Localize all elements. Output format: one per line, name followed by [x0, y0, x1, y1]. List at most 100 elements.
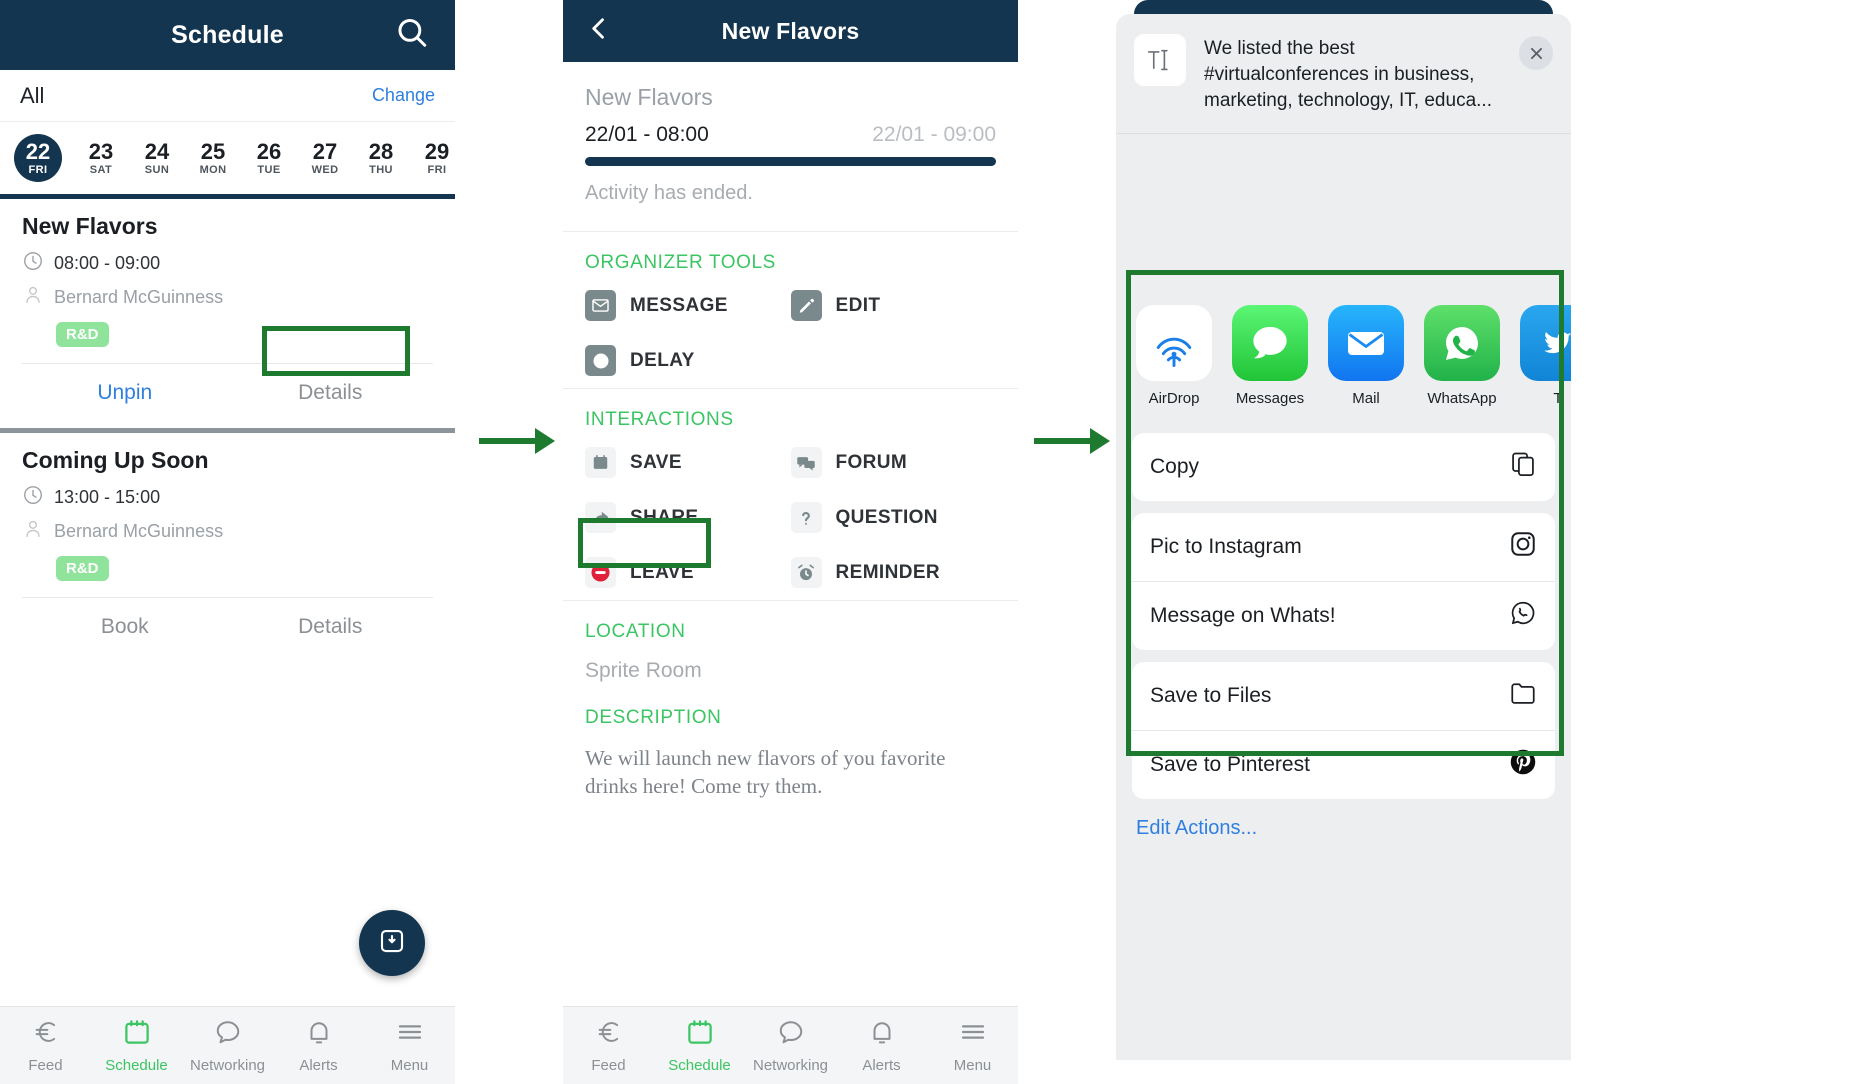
tab-alerts[interactable]: Alerts — [273, 1017, 364, 1074]
day-weekday: TUE — [257, 163, 281, 176]
share-app-mail[interactable]: Mail — [1328, 304, 1404, 407]
day-chip[interactable]: 24 SUN — [132, 136, 182, 179]
tab-label: Menu — [953, 1057, 992, 1074]
list-item[interactable]: New Flavors 08:00 - 09:00 Bernard McGuin… — [0, 199, 455, 428]
euro-icon — [31, 1017, 61, 1052]
event-title: New Flavors — [22, 213, 158, 239]
details-button[interactable]: Details — [228, 364, 434, 422]
page-title: Schedule — [171, 20, 284, 49]
event-speaker-row: Bernard McGuinness — [22, 284, 433, 311]
day-chip[interactable]: 23 SAT — [76, 136, 126, 179]
day-weekday: SUN — [144, 163, 170, 176]
bell-icon — [867, 1017, 897, 1052]
description-section: DESCRIPTION We will launch new flavors o… — [563, 701, 1018, 812]
tab-menu[interactable]: Menu — [364, 1017, 455, 1074]
action-save-to-pinterest[interactable]: Save to Pinterest — [1132, 729, 1555, 799]
action-label: Pic to Instagram — [1150, 534, 1302, 558]
tab-feed[interactable]: Feed — [0, 1017, 91, 1074]
ios-share-sheet-screen: We listed the best #virtualconferences i… — [1116, 0, 1571, 1084]
interaction-share[interactable]: SHARE — [585, 502, 791, 533]
list-item[interactable]: Coming Up Soon 13:00 - 15:00 Bernard McG… — [0, 433, 455, 662]
interaction-question[interactable]: QUESTION — [790, 502, 997, 533]
action-pic-to-instagram[interactable]: Pic to Instagram — [1132, 513, 1555, 581]
tool-edit[interactable]: EDIT — [790, 290, 997, 321]
messages-icon — [1232, 304, 1308, 381]
tab-schedule[interactable]: Schedule — [91, 1017, 182, 1074]
action-save-to-files[interactable]: Save to Files — [1132, 662, 1555, 730]
share-app-airdrop[interactable]: AirDrop — [1136, 304, 1212, 407]
event-time-row: 08:00 - 09:00 — [22, 250, 433, 277]
share-apps-row[interactable]: AirDrop Messages Mail WhatsApp T — [1116, 282, 1571, 421]
tab-menu[interactable]: Menu — [927, 1017, 1018, 1074]
tab-schedule[interactable]: Schedule — [654, 1017, 745, 1074]
tool-delay[interactable]: DELAY — [585, 345, 791, 376]
unpin-button[interactable]: Unpin — [22, 364, 228, 422]
day-weekday: WED — [311, 163, 339, 176]
filter-row: All Change — [0, 70, 455, 122]
day-strip[interactable]: 22 FRI 23 SAT 24 SUN 25 MON 26 TUE 27 WE… — [0, 122, 455, 194]
event-time-row: 13:00 - 15:00 — [22, 484, 433, 511]
section-title: DESCRIPTION — [585, 707, 722, 728]
pinterest-icon — [1509, 748, 1537, 782]
interaction-label: LEAVE — [630, 561, 694, 583]
pin-fab-button[interactable] — [359, 910, 425, 976]
activity-progress-bar — [585, 157, 996, 166]
tab-networking[interactable]: Networking — [182, 1017, 273, 1074]
event-speaker: Bernard McGuinness — [54, 521, 224, 541]
interaction-save[interactable]: SAVE — [585, 447, 791, 478]
interaction-reminder[interactable]: REMINDER — [790, 557, 997, 588]
action-label: Save to Pinterest — [1150, 752, 1310, 776]
section-title: LOCATION — [585, 621, 686, 642]
tool-message[interactable]: MESSAGE — [585, 290, 791, 321]
tab-feed[interactable]: Feed — [563, 1017, 654, 1074]
chevron-left-icon[interactable] — [585, 15, 613, 48]
edit-actions-button[interactable]: Edit Actions... — [1116, 798, 1571, 850]
share-preview-text: We listed the best #virtualconferences i… — [1204, 38, 1492, 112]
interaction-forum[interactable]: FORUM — [790, 447, 997, 478]
person-icon — [22, 284, 44, 311]
section-title: ORGANIZER TOOLS — [585, 252, 776, 273]
share-app-twitter[interactable]: T — [1520, 304, 1571, 407]
tab-label: Networking — [752, 1057, 829, 1074]
folder-icon — [1509, 679, 1537, 713]
tab-networking[interactable]: Networking — [745, 1017, 836, 1074]
activity-detail-screen: New Flavors New Flavors 22/01 - 08:00 22… — [563, 0, 1018, 1084]
detail-navbar: New Flavors — [563, 0, 1018, 62]
app-label: WhatsApp — [1427, 389, 1497, 407]
question-mark-icon — [790, 502, 822, 533]
pencil-icon — [790, 290, 822, 321]
interactions-section: INTERACTIONS SAVE FORUM SHARE QUESTION L… — [563, 388, 1018, 600]
action-copy[interactable]: Copy — [1132, 433, 1555, 501]
share-app-messages[interactable]: Messages — [1232, 304, 1308, 407]
activity-end-time: 22/01 - 09:00 — [872, 123, 996, 146]
day-number: 28 — [368, 139, 394, 165]
share-app-whatsapp[interactable]: WhatsApp — [1424, 304, 1500, 407]
tab-label: Feed — [28, 1057, 63, 1074]
event-action-bar: Unpin Details — [22, 363, 433, 422]
book-button[interactable]: Book — [22, 598, 228, 656]
day-chip[interactable]: 29 FRI — [412, 136, 455, 179]
location-value: Sprite Room — [585, 659, 702, 682]
event-time: 08:00 - 09:00 — [54, 253, 161, 273]
day-weekday: MON — [199, 163, 227, 176]
interactions-grid: SAVE FORUM SHARE QUESTION LEAVE REMINDER — [585, 447, 996, 588]
day-chip[interactable]: 27 WED — [300, 136, 350, 179]
day-number: 27 — [312, 139, 338, 165]
day-chip[interactable]: 22 FRI — [14, 134, 62, 182]
search-icon[interactable] — [395, 16, 429, 55]
day-number: 22 — [25, 139, 51, 165]
tab-label: Networking — [189, 1057, 266, 1074]
tab-alerts[interactable]: Alerts — [836, 1017, 927, 1074]
event-speaker: Bernard McGuinness — [54, 287, 224, 307]
day-chip[interactable]: 25 MON — [188, 136, 238, 179]
day-chip[interactable]: 28 THU — [356, 136, 406, 179]
action-message-on-whats[interactable]: Message on Whats! — [1132, 580, 1555, 650]
day-chip[interactable]: 26 TUE — [244, 136, 294, 179]
whatsapp-outline-icon — [1509, 599, 1537, 633]
app-label: T — [1553, 389, 1563, 407]
interaction-leave[interactable]: LEAVE — [585, 557, 791, 588]
details-button[interactable]: Details — [228, 598, 434, 656]
close-icon[interactable] — [1519, 36, 1553, 70]
app-label: AirDrop — [1148, 389, 1200, 407]
change-filter-button[interactable]: Change — [372, 85, 435, 106]
